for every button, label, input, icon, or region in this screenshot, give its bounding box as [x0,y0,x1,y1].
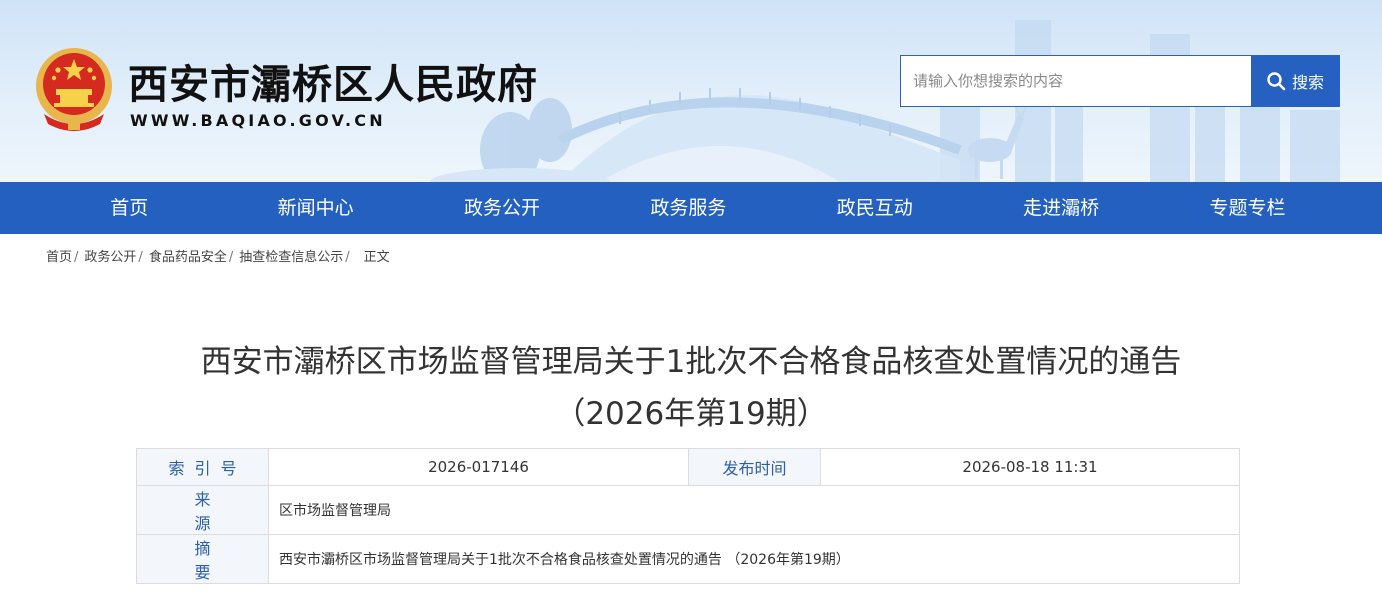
nav-item-about[interactable]: 走进灞桥 [968,182,1154,234]
nav-item-gov-affairs[interactable]: 政务公开 [409,182,595,234]
nav-item-home[interactable]: 首页 [36,182,222,234]
source-label: 来源 [136,485,269,535]
nav-item-news[interactable]: 新闻中心 [222,182,408,234]
main-nav: 首页 新闻中心 政务公开 政务服务 政民互动 走进灞桥 专题专栏 [0,182,1382,234]
nav-item-services[interactable]: 政务服务 [595,182,781,234]
table-row: 摘要 西安市灞桥区市场监督管理局关于1批次不合格食品核查处置情况的通告 （202… [136,534,1240,584]
article-meta-table: 索引号 2026-017146 发布时间 2026-08-18 11:31 来源… [136,448,1240,584]
index-label: 索引号 [136,448,269,486]
date-value: 2026-08-18 11:31 [820,448,1240,486]
site-title[interactable]: 西安市灞桥区人民政府 [128,52,538,110]
breadcrumb: 首页 / 政务公开 / 食品药品安全 / 抽查检查信息公示 / 正文 [46,246,390,265]
breadcrumb-separator: / [138,250,143,265]
breadcrumb-separator: / [345,250,350,265]
breadcrumb-separator: / [228,250,234,265]
index-value: 2026-017146 [268,448,689,486]
summary-value: 西安市灞桥区市场监督管理局关于1批次不合格食品核查处置情况的通告 （2026年第… [268,534,1240,584]
search-input[interactable] [901,56,1251,106]
national-emblem-icon [36,48,112,131]
search-icon [1267,72,1286,91]
nav-item-interaction[interactable]: 政民互动 [782,182,968,234]
breadcrumb-food-drug-safety[interactable]: 食品药品安全 [149,250,227,265]
source-value: 区市场监督管理局 [268,485,1240,535]
nav-item-topics[interactable]: 专题专栏 [1154,182,1340,234]
table-row: 来源 区市场监督管理局 [136,485,1240,535]
article-title-line2: （2026年第19期） [554,396,828,432]
search-button-label: 搜索 [1291,73,1324,92]
search-button[interactable]: 搜索 [1251,56,1339,106]
table-row: 索引号 2026-017146 发布时间 2026-08-18 11:31 [136,448,1240,486]
date-label: 发布时间 [688,448,821,486]
article-title-line1: 西安市灞桥区市场监督管理局关于1批次不合格食品核查处置情况的通告 [200,344,1182,380]
breadcrumb-current: 正文 [363,250,390,265]
site-url[interactable]: WWW.BAQIAO.GOV.CN [130,111,386,130]
breadcrumb-inspection-info[interactable]: 抽查检查信息公示 [239,250,343,265]
breadcrumb-home[interactable]: 首页 [46,250,72,265]
breadcrumb-gov-affairs[interactable]: 政务公开 [84,250,136,265]
search-box: 搜索 [900,55,1340,107]
summary-label: 摘要 [136,534,269,584]
header-banner: 西安市灞桥区人民政府 WWW.BAQIAO.GOV.CN 搜索 [0,0,1382,182]
breadcrumb-separator: / [74,250,79,265]
article-title: 西安市灞桥区市场监督管理局关于1批次不合格食品核查处置情况的通告 （2026年第… [0,336,1382,440]
